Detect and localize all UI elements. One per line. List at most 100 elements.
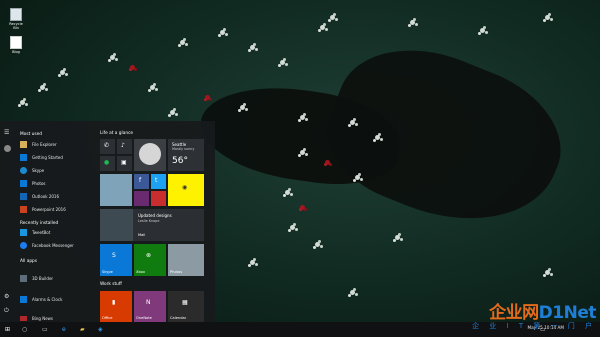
tile-onenote-small[interactable] xyxy=(134,191,149,206)
power-icon[interactable]: ⏻ xyxy=(4,307,9,315)
tile-xbox[interactable]: ⊗ Xbox xyxy=(134,244,166,276)
flower xyxy=(130,65,135,70)
tile-facebook[interactable]: f xyxy=(134,174,149,189)
watermark-en: D1Net xyxy=(538,303,597,323)
photos-icon xyxy=(20,180,27,187)
edge-icon[interactable]: e xyxy=(62,326,66,333)
app-item-getting-started[interactable]: Getting Started xyxy=(20,153,63,162)
folder-icon[interactable]: ▰ xyxy=(80,326,85,333)
flower xyxy=(250,45,255,50)
phone-icon: ✆ xyxy=(104,142,110,149)
flower xyxy=(290,225,295,230)
onenote-icon: N xyxy=(146,299,151,306)
spotify-icon: ● xyxy=(104,159,110,166)
tile-mail-title: Updated designs xyxy=(138,213,172,218)
section-header-recently-installed: Recently installed xyxy=(20,221,59,226)
flower xyxy=(375,135,380,140)
tile-office[interactable]: ▮ Office xyxy=(100,291,132,322)
flower xyxy=(410,20,415,25)
flower xyxy=(180,40,185,45)
search-icon[interactable]: ○ xyxy=(22,326,27,333)
tile-onenote[interactable]: N OneNote xyxy=(134,291,166,322)
snapchat-icon: ◉ xyxy=(182,184,188,191)
app-item-facebook-messenger[interactable]: Facebook Messenger xyxy=(20,241,74,250)
tile-spotify[interactable]: ● xyxy=(100,156,115,171)
tile-groove[interactable]: ♪ xyxy=(117,139,132,154)
tile-photo-landscape[interactable] xyxy=(100,174,132,206)
app-item-powerpoint[interactable]: Powerpoint 2016 xyxy=(20,205,66,214)
tile-photos[interactable]: Photos xyxy=(168,244,204,276)
skype-icon xyxy=(20,167,27,174)
3d-builder-icon xyxy=(20,275,27,282)
tile-mail-label: Mail xyxy=(138,233,146,237)
document-icon xyxy=(10,36,22,49)
flower xyxy=(40,85,45,90)
app-label: Bing News xyxy=(32,316,54,321)
weather-temp: 56° xyxy=(172,156,188,166)
twitter-icon xyxy=(20,229,27,236)
user-avatar[interactable] xyxy=(4,145,11,152)
flower xyxy=(205,95,210,100)
flower xyxy=(355,175,360,180)
tile-weather[interactable]: Seattle Mostly sunny 56° xyxy=(168,139,204,171)
tile-calendar[interactable]: ▦ Calendar xyxy=(168,291,204,322)
tile-label: Calendar xyxy=(170,316,187,320)
section-header-all-apps: All apps xyxy=(20,259,38,264)
app-label: Outlook 2016 xyxy=(32,194,60,199)
task-view-icon[interactable]: ▭ xyxy=(42,326,48,333)
flower xyxy=(150,85,155,90)
flower xyxy=(545,270,550,275)
desktop-icon-recycle-bin[interactable]: Recycle Bin xyxy=(6,8,26,30)
powerpoint-icon xyxy=(20,206,27,213)
flower xyxy=(110,55,115,60)
flower xyxy=(545,15,550,20)
flower xyxy=(280,60,285,65)
settings-icon[interactable]: ⚙ xyxy=(4,293,9,300)
hamburger-menu-icon[interactable]: ☰ xyxy=(4,129,9,136)
tile-cart[interactable]: ▣ xyxy=(117,156,132,171)
section-header-most-used: Most used xyxy=(20,132,42,137)
windows-start-icon[interactable]: ⊞ xyxy=(5,326,10,333)
app-item-outlook[interactable]: Outlook 2016 xyxy=(20,192,59,201)
app-item-file-explorer[interactable]: File Explorer xyxy=(20,140,57,149)
app-label: File Explorer xyxy=(32,142,57,147)
app-label: Facebook Messenger xyxy=(32,243,74,248)
xbox-icon: ⊗ xyxy=(146,252,152,259)
person-photo xyxy=(139,143,161,165)
flower xyxy=(325,160,330,165)
app-item-bing-news[interactable]: Bing News xyxy=(20,315,53,322)
app-label: Skype xyxy=(32,168,45,173)
app-label: Getting Started xyxy=(32,155,63,160)
tile-snapchat[interactable]: ◉ xyxy=(168,174,204,206)
app-label: Alarms & Clock xyxy=(32,297,63,302)
tile-mail-sender: Leslie Knope xyxy=(138,219,160,223)
app-item-alarms-clock[interactable]: Alarms & Clock xyxy=(20,295,62,304)
app-item-skype[interactable]: Skype xyxy=(20,166,44,175)
flower xyxy=(300,150,305,155)
tile-skype[interactable]: S Skype xyxy=(100,244,132,276)
flower xyxy=(170,110,175,115)
flower xyxy=(300,115,305,120)
tile-group-header-work: Work stuff xyxy=(100,282,122,287)
flower xyxy=(285,190,290,195)
tile-flipboard[interactable] xyxy=(151,191,166,206)
tile-group-header-life: Life at a glance xyxy=(100,131,134,136)
watermark-cn: 企业网 xyxy=(489,303,539,323)
store-icon[interactable]: ◈ xyxy=(98,326,103,333)
flower xyxy=(330,15,335,20)
app-list: Most used File Explorer Getting Started … xyxy=(16,121,96,322)
app-item-3d-builder[interactable]: 3D Builder xyxy=(20,274,53,283)
flower xyxy=(320,25,325,30)
flower xyxy=(350,120,355,125)
outlook-icon xyxy=(20,193,27,200)
tile-mail[interactable]: Updated designs Leslie Knope Mail xyxy=(100,209,204,241)
tile-twitter[interactable]: t xyxy=(151,174,166,189)
site-watermark: 企业网D1Net 企 业 I T 第 一 门 户 xyxy=(472,298,596,331)
flower xyxy=(395,235,400,240)
app-item-photos[interactable]: Photos xyxy=(20,179,46,188)
desktop-icon-blog[interactable]: Blog xyxy=(6,36,26,54)
tile-phone[interactable]: ✆ xyxy=(100,139,115,154)
app-item-tweetbot[interactable]: TweetBot xyxy=(20,228,50,237)
tile-people[interactable] xyxy=(134,139,166,171)
tile-label: Office xyxy=(102,316,113,320)
